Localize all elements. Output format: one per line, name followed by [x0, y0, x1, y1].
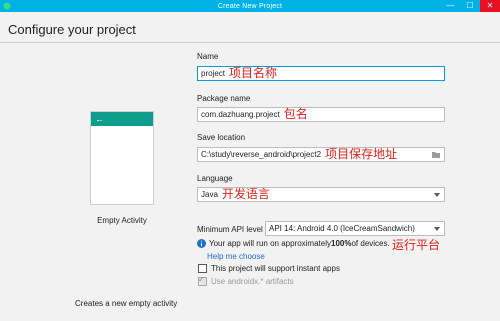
androidx-checkbox: ✓: [198, 275, 207, 286]
window-controls: — ☐ ✕: [440, 0, 500, 12]
api-info: Your app will run on approximately 100% …: [197, 239, 390, 248]
instant-apps-checkbox[interactable]: [198, 264, 207, 273]
minimize-button[interactable]: —: [440, 0, 460, 12]
check-icon: ✓: [198, 275, 205, 284]
save-location-label: Save location: [197, 133, 246, 142]
back-arrow-icon: ←: [95, 114, 104, 124]
min-api-label: Minimum API level: [197, 225, 263, 234]
save-location-value: C:\study\reverse_android\project2: [201, 150, 322, 159]
api-info-percent: 100%: [331, 239, 352, 248]
language-select[interactable]: Java 开发语言: [197, 187, 445, 202]
name-field[interactable]: project 项目名称: [197, 66, 445, 81]
api-info-prefix: Your app will run on approximately: [209, 239, 331, 248]
header-divider: [0, 42, 500, 43]
api-info-suffix: of devices.: [351, 239, 390, 248]
api-annotation: 运行平台: [392, 238, 441, 252]
maximize-button[interactable]: ☐: [460, 0, 480, 12]
chevron-down-icon: [434, 227, 440, 231]
instant-apps-label: This project will support instant apps: [211, 264, 340, 273]
chevron-down-icon: [434, 193, 440, 197]
min-api-select[interactable]: API 14: Android 4.0 (IceCreamSandwich): [265, 221, 445, 236]
folder-icon[interactable]: [432, 151, 440, 158]
save-location-field[interactable]: C:\study\reverse_android\project2 项目保存地址: [197, 147, 445, 162]
package-value: com.dazhuang.project: [201, 110, 280, 119]
name-value: project: [201, 69, 226, 78]
language-label: Language: [197, 174, 233, 183]
androidx-option: ✓ Use androidx.* artifacts: [198, 275, 294, 286]
close-button[interactable]: ✕: [480, 0, 500, 12]
language-value: Java: [201, 190, 218, 199]
template-appbar: ←: [91, 112, 153, 126]
template-name: Empty Activity: [97, 216, 147, 225]
info-icon: [197, 239, 206, 248]
package-label: Package name: [197, 94, 251, 103]
window-titlebar: Create New Project — ☐ ✕: [0, 0, 500, 12]
instant-apps-option[interactable]: This project will support instant apps: [198, 264, 340, 273]
template-preview[interactable]: ←: [90, 111, 154, 205]
name-label: Name: [197, 52, 219, 61]
package-annotation: 包名: [283, 107, 308, 121]
min-api-value: API 14: Android 4.0 (IceCreamSandwich): [269, 224, 415, 233]
save-location-annotation: 项目保存地址: [325, 147, 398, 161]
help-me-choose-link[interactable]: Help me choose: [207, 252, 265, 261]
name-annotation: 项目名称: [229, 66, 278, 80]
page-title: Configure your project: [8, 22, 136, 37]
language-annotation: 开发语言: [221, 187, 270, 201]
template-description: Creates a new empty activity: [75, 299, 178, 308]
android-studio-icon: [3, 2, 11, 10]
androidx-label: Use androidx.* artifacts: [211, 277, 294, 286]
window-title: Create New Project: [217, 2, 283, 10]
package-name-field[interactable]: com.dazhuang.project 包名: [197, 107, 445, 122]
